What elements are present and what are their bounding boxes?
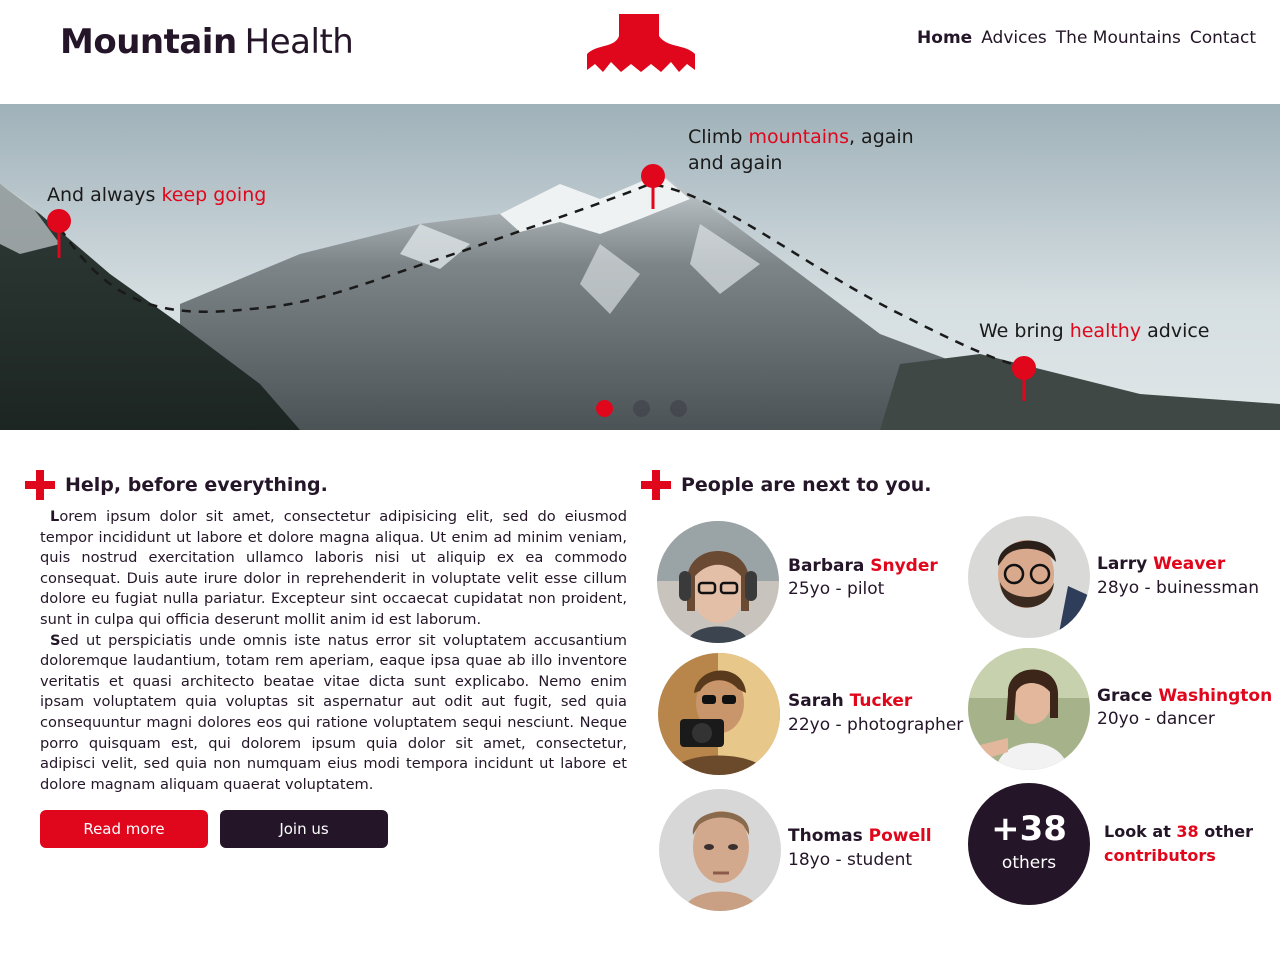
- person-info: 20yo - dancer: [1097, 709, 1215, 729]
- people-section-title: People are next to you.: [641, 470, 931, 500]
- brand-logo-text[interactable]: Mountain Health: [60, 22, 354, 62]
- join-us-button[interactable]: Join us: [220, 810, 388, 848]
- caption-text: Climb: [688, 126, 749, 148]
- help-section-title: Help, before everything.: [25, 470, 328, 500]
- map-pin-icon: [1012, 356, 1036, 401]
- paragraph-2-text: ed ut perspiciatis unde omnis iste natus…: [40, 631, 627, 793]
- avatar-larry-weaver[interactable]: [968, 516, 1090, 638]
- contributors-link[interactable]: Look at 38 other contributors: [1104, 820, 1253, 868]
- avatar-barbara-snyder[interactable]: [657, 521, 779, 643]
- nav-advices[interactable]: Advices: [981, 28, 1047, 48]
- caption-text-post: , again: [848, 126, 914, 148]
- person-last-name: Washington: [1158, 686, 1273, 706]
- contrib-text-post: other: [1198, 822, 1254, 841]
- caption-highlight: healthy: [1069, 320, 1142, 342]
- person-first-name: Larry: [1097, 554, 1148, 574]
- caption-highlight: keep going: [161, 184, 267, 206]
- person-last-name: Tucker: [849, 691, 913, 711]
- person-last-name: Snyder: [870, 556, 938, 576]
- person-info: 18yo - student: [788, 850, 913, 870]
- others-count: +38: [991, 809, 1067, 849]
- paragraph-2: Sed ut perspiciatis unde omnis iste natu…: [40, 631, 627, 796]
- person-name: Larry Weaver: [1097, 554, 1225, 574]
- contrib-text-line2: contributors: [1104, 846, 1216, 865]
- slider-dot-3[interactable]: [670, 400, 687, 417]
- read-more-button[interactable]: Read more: [40, 810, 208, 848]
- site-header: Mountain Health Home Advices The Mountain…: [0, 0, 1280, 104]
- hero-caption-healthy: We bring healthy advice: [979, 318, 1210, 344]
- map-pin-icon: [47, 209, 71, 258]
- avatar-grace-washington[interactable]: [968, 648, 1090, 770]
- person-first-name: Grace: [1097, 686, 1153, 706]
- avatar-sarah-tucker[interactable]: [658, 653, 780, 775]
- brand-word-1: Mountain: [60, 22, 237, 62]
- contrib-number: 38: [1176, 822, 1199, 841]
- hero-caption-climb: Climb mountains, again and again: [688, 124, 914, 176]
- hero-caption-keep-going: And always keep going: [47, 182, 266, 208]
- person-first-name: Thomas: [788, 826, 863, 846]
- nav-home[interactable]: Home: [917, 28, 972, 48]
- person-first-name: Sarah: [788, 691, 844, 711]
- help-title-text: Help, before everything.: [65, 474, 328, 496]
- avatar-thomas-powell[interactable]: [659, 789, 781, 911]
- mountain-photo: [0, 104, 1280, 430]
- caption-text: And always: [47, 184, 162, 206]
- people-title-text: People are next to you.: [681, 474, 932, 496]
- drop-cap: L: [50, 508, 60, 525]
- paragraph-1-text: orem ipsum dolor sit amet, consectetur a…: [40, 508, 627, 628]
- person-info: 28yo - buinessman: [1097, 578, 1260, 598]
- person-info: 25yo - pilot: [788, 579, 885, 599]
- red-cross-icon: [641, 470, 671, 500]
- drop-cap: S: [50, 631, 61, 649]
- nav-contact[interactable]: Contact: [1190, 28, 1256, 48]
- person-last-name: Powell: [868, 826, 932, 846]
- contrib-text: Look at: [1104, 822, 1177, 841]
- caption-highlight: mountains: [748, 126, 849, 148]
- caption-text-line2: and again: [688, 152, 783, 174]
- map-pin-icon: [641, 164, 665, 209]
- caption-text: We bring: [979, 320, 1070, 342]
- person-name: Thomas Powell: [788, 826, 932, 846]
- paragraph-1: Lorem ipsum dolor sit amet, consectetur …: [40, 507, 627, 631]
- others-counter-badge[interactable]: +38 others: [968, 783, 1090, 905]
- main-nav: Home Advices The Mountains Contact: [917, 28, 1256, 48]
- person-first-name: Barbara: [788, 556, 865, 576]
- person-name: Grace Washington: [1097, 686, 1272, 706]
- caption-text-post: advice: [1141, 320, 1210, 342]
- brand-word-2: Health: [244, 22, 354, 62]
- person-last-name: Weaver: [1153, 554, 1226, 574]
- slider-dot-1[interactable]: [596, 400, 613, 417]
- slider-dot-2[interactable]: [633, 400, 650, 417]
- mountain-logo-icon[interactable]: [587, 14, 695, 74]
- person-name: Barbara Snyder: [788, 556, 938, 576]
- person-info: 22yo - photographer: [788, 715, 964, 735]
- others-label: others: [1001, 853, 1057, 873]
- hero-slider: And always keep going Climb mountains, a…: [0, 104, 1280, 430]
- red-cross-icon: [25, 470, 55, 500]
- person-name: Sarah Tucker: [788, 691, 912, 711]
- slider-dots: [596, 400, 687, 417]
- help-body-text: Lorem ipsum dolor sit amet, consectetur …: [40, 507, 627, 795]
- nav-the-mountains[interactable]: The Mountains: [1056, 28, 1181, 48]
